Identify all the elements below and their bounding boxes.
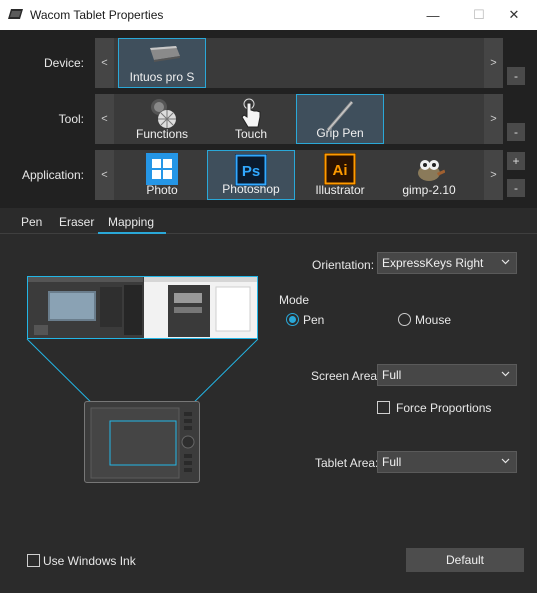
mode-pen-label: Pen bbox=[303, 313, 325, 327]
mode-mouse-radio[interactable] bbox=[398, 313, 411, 326]
orientation-dropdown[interactable]: ExpressKeys Right bbox=[377, 252, 517, 274]
default-button[interactable]: Default bbox=[406, 548, 524, 572]
use-windows-ink-label: Use Windows Ink bbox=[43, 554, 136, 568]
tablet-area-label: Tablet Area: bbox=[315, 456, 379, 470]
mode-pen-radio[interactable] bbox=[286, 313, 299, 326]
orientation-label: Orientation: bbox=[312, 258, 375, 272]
force-proportions-label: Force Proportions bbox=[396, 401, 492, 415]
use-windows-ink-checkbox[interactable] bbox=[27, 554, 40, 567]
screen-area-dropdown[interactable]: Full bbox=[377, 364, 517, 386]
chevron-down-icon bbox=[501, 371, 510, 377]
mode-mouse-label: Mouse bbox=[415, 313, 452, 327]
tablet-image bbox=[84, 401, 200, 483]
tablet-area-dropdown[interactable]: Full bbox=[377, 451, 517, 473]
chevron-down-icon bbox=[501, 259, 510, 265]
mode-label: Mode bbox=[279, 293, 310, 307]
mapping-projection-lines bbox=[26, 338, 259, 421]
tablet-icon bbox=[90, 407, 195, 479]
force-proportions-checkbox[interactable] bbox=[377, 401, 390, 414]
tablet-area-value: Full bbox=[382, 455, 402, 469]
orientation-value: ExpressKeys Right bbox=[382, 256, 484, 270]
chevron-down-icon bbox=[501, 458, 510, 464]
screen-area-value: Full bbox=[382, 368, 402, 382]
screen-area-label: Screen Area: bbox=[311, 369, 381, 383]
